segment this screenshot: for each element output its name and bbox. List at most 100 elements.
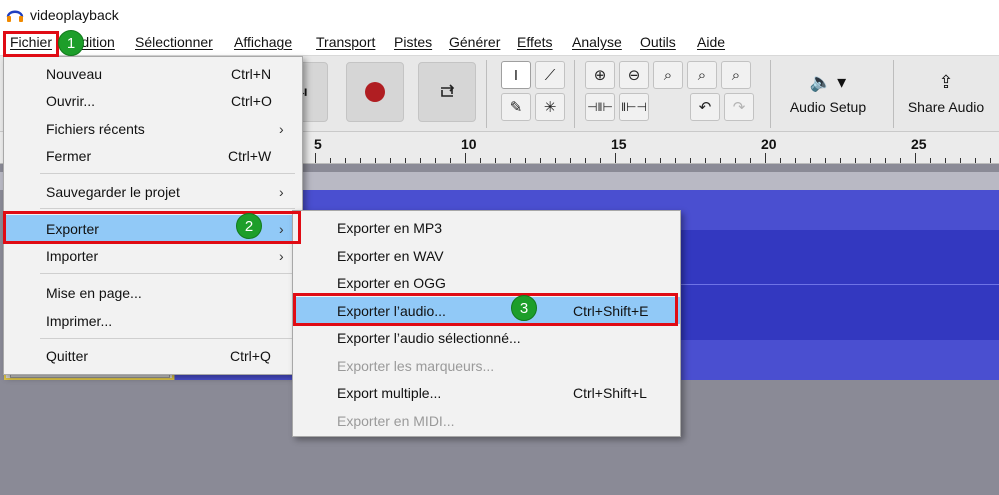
ruler-tick [750,158,751,163]
submenu-arrow-icon: › [279,247,284,264]
submenu-arrow-icon: › [279,183,284,200]
toolbar-separator [893,60,894,128]
zoom-in-button[interactable]: ⊕ [585,61,615,89]
draw-tool-button[interactable]: ✎ [501,93,531,121]
menu-analyse[interactable]: Analyse [572,34,622,50]
ruler-tick [930,158,931,163]
ruler-tick [510,158,511,163]
menu-item-importer[interactable]: Importer › [4,242,302,269]
ruler-tick [705,158,706,163]
menu-item-exporter-ogg[interactable]: Exporter en OGG [293,269,680,296]
ruler-tick [570,158,571,163]
pencil-icon: ✎ [509,99,523,116]
menu-item-label: Imprimer... [46,312,113,329]
ruler-tick [420,158,421,163]
toolbar-separator [770,60,771,128]
ruler-label: 20 [761,136,777,152]
menu-item-quitter[interactable]: Quitter Ctrl+Q [4,342,302,369]
ruler-tick [480,158,481,163]
ruler-label: 10 [461,136,477,152]
menu-item-exporter-marqueurs: Exporter les marqueurs... [293,352,680,379]
ruler-tick [600,158,601,163]
zoom-out-icon: ⊖ [627,67,641,84]
toolbar-separator [486,60,487,128]
share-audio-button[interactable]: ⇪ Share Audio [902,62,990,124]
menu-item-label: Sauvegarder le projet [46,183,180,200]
redo-icon: ↷ [732,99,746,116]
loop-icon [441,84,455,97]
menu-transport[interactable]: Transport [316,34,375,50]
fit-project-button[interactable]: ⌕ [687,61,717,89]
fit-selection-button[interactable]: ⌕ [653,61,683,89]
menu-item-label: Export multiple... [337,384,442,401]
ruler-tick [405,158,406,163]
menu-item-shortcut: Ctrl+W [228,147,272,164]
ruler-tick [435,158,436,163]
ruler-tick [900,158,901,163]
share-audio-label: Share Audio [907,98,985,115]
menu-item-label: Ouvrir... [46,92,96,109]
menu-pistes[interactable]: Pistes [394,34,432,50]
menu-aide[interactable]: Aide [697,34,725,50]
record-button[interactable] [346,62,404,122]
menu-item-export-multiple[interactable]: Export multiple... Ctrl+Shift+L [293,379,680,406]
loop-button[interactable] [418,62,476,122]
audio-setup-button[interactable]: 🔈 ▾ Audio Setup [782,62,874,124]
ruler-tick [645,158,646,163]
menu-item-fichiers-recents[interactable]: Fichiers récents › [4,115,302,142]
menu-item-imprimer[interactable]: Imprimer... [4,307,302,334]
trim-button[interactable]: ⊣‖⊢ [585,93,615,121]
menu-item-exporter-midi: Exporter en MIDI... [293,407,680,434]
ruler-tick [885,158,886,163]
menu-item-shortcut: Ctrl+Shift+L [573,384,647,401]
menu-item-fermer[interactable]: Fermer Ctrl+W [4,142,302,169]
annotation-highlight-exporter-audio [293,293,678,326]
silence-button[interactable]: ‖⊢⊣ [619,93,649,121]
menu-item-exporter-audio-selectionne[interactable]: Exporter l’audio sélectionné... [293,324,680,351]
ruler-tick [660,158,661,163]
toolbar-separator [574,60,575,128]
undo-button[interactable]: ↶ [690,93,720,121]
menu-item-shortcut: Ctrl+N [231,65,272,82]
zoom-out-button[interactable]: ⊖ [619,61,649,89]
redo-button[interactable]: ↷ [724,93,754,121]
ruler-tick [810,158,811,163]
menu-item-label: Exporter en MIDI... [337,412,455,429]
selection-tool-button[interactable]: I [501,61,531,89]
multi-tool-button[interactable]: ✳ [535,93,565,121]
ruler-tick [915,153,916,163]
menu-outils[interactable]: Outils [640,34,676,50]
ruler-tick [585,158,586,163]
menu-effets[interactable]: Effets [517,34,553,50]
ruler-tick [690,158,691,163]
ruler-tick [990,158,991,163]
ruler-tick [780,158,781,163]
upload-icon: ⇪ [938,71,954,92]
menu-item-mise-en-page[interactable]: Mise en page... [4,279,302,306]
menu-item-label: Exporter les marqueurs... [337,357,495,374]
ruler-label: 5 [314,136,322,152]
envelope-tool-button[interactable]: ⟋ [535,61,565,89]
menu-item-exporter-mp3[interactable]: Exporter en MP3 [293,214,680,241]
menu-item-nouveau[interactable]: Nouveau Ctrl+N [4,60,302,87]
i-beam-icon: I [513,66,519,84]
ruler-tick [825,158,826,163]
ruler-tick [525,158,526,163]
menu-generer[interactable]: Générer [449,34,500,50]
menu-item-exporter-wav[interactable]: Exporter en WAV [293,242,680,269]
ruler-tick [765,153,766,163]
menu-item-sauvegarder[interactable]: Sauvegarder le projet › [4,178,302,205]
step-badge-2: 2 [236,213,262,239]
audio-setup-label: Audio Setup [789,98,867,115]
menu-separator [40,173,295,174]
menu-affichage[interactable]: Affichage [234,34,292,50]
zoom-toggle-button[interactable]: ⌕ [721,61,751,89]
ruler-tick [540,158,541,163]
menu-item-ouvrir[interactable]: Ouvrir... Ctrl+O [4,87,302,114]
zoom-fit-icon: ⌕ [697,66,707,84]
envelope-icon: ⟋ [544,66,556,84]
menu-separator [40,273,295,274]
step-badge-1: 1 [58,30,84,56]
menu-selectionner[interactable]: Sélectionner [135,34,213,50]
trim-audio-icon: ⊣‖⊢ [587,100,613,114]
